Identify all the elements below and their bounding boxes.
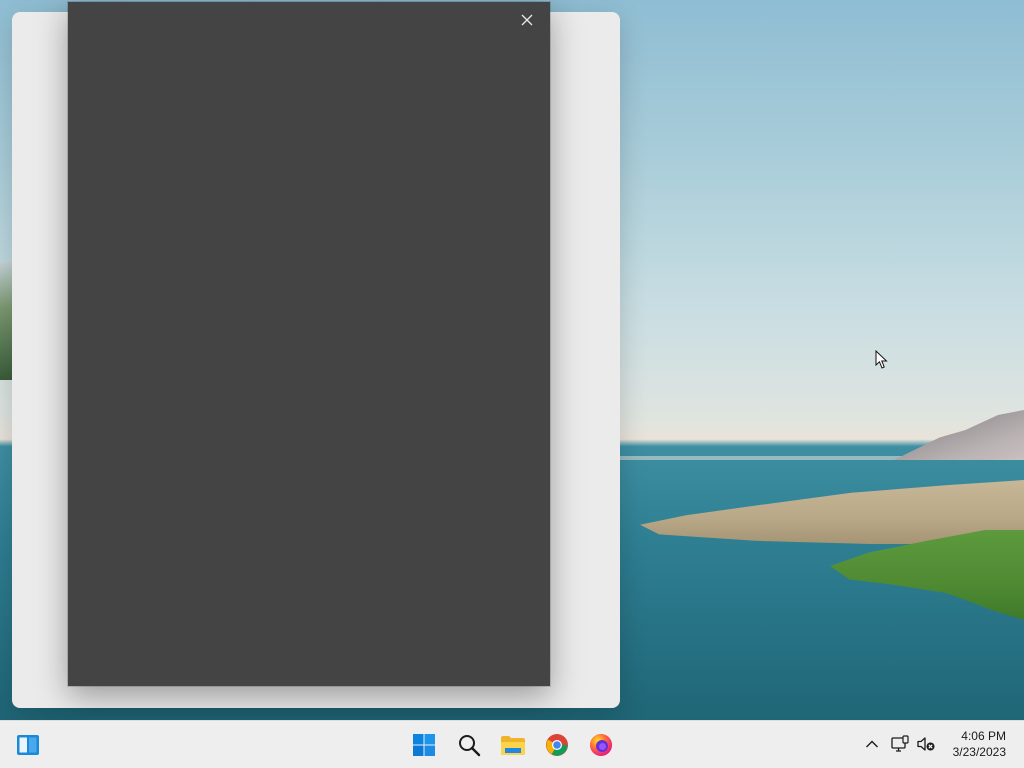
widgets-button[interactable] [10, 727, 46, 763]
close-button[interactable] [516, 10, 538, 30]
search-icon [459, 735, 481, 757]
file-explorer-button[interactable] [495, 727, 531, 763]
speaker-muted-icon [917, 737, 935, 751]
chrome-button[interactable] [539, 727, 575, 763]
start-button[interactable] [406, 727, 442, 763]
windows-start-icon [413, 734, 435, 756]
wallpaper-mountain [894, 410, 1024, 460]
chrome-icon [546, 734, 568, 756]
network-button[interactable] [889, 733, 911, 755]
clock-date: 3/23/2023 [952, 745, 1006, 759]
close-icon [521, 14, 533, 26]
desktop [0, 0, 1024, 720]
show-hidden-icons-button[interactable] [861, 733, 883, 755]
widgets-icon [17, 735, 39, 755]
volume-button[interactable] [915, 733, 937, 755]
mouse-cursor-icon [875, 350, 888, 369]
chevron-up-icon [866, 740, 878, 748]
dark-dialog[interactable] [68, 2, 550, 686]
firefox-icon [590, 734, 612, 756]
clock-time: 4:06 PM [961, 729, 1006, 743]
file-explorer-icon [501, 736, 525, 755]
network-icon [891, 735, 909, 752]
search-button[interactable] [451, 727, 487, 763]
clock[interactable]: 4:06 PM 3/23/2023 [953, 728, 1006, 760]
taskbar: 4:06 PM 3/23/2023 [0, 720, 1024, 768]
firefox-button[interactable] [583, 727, 619, 763]
